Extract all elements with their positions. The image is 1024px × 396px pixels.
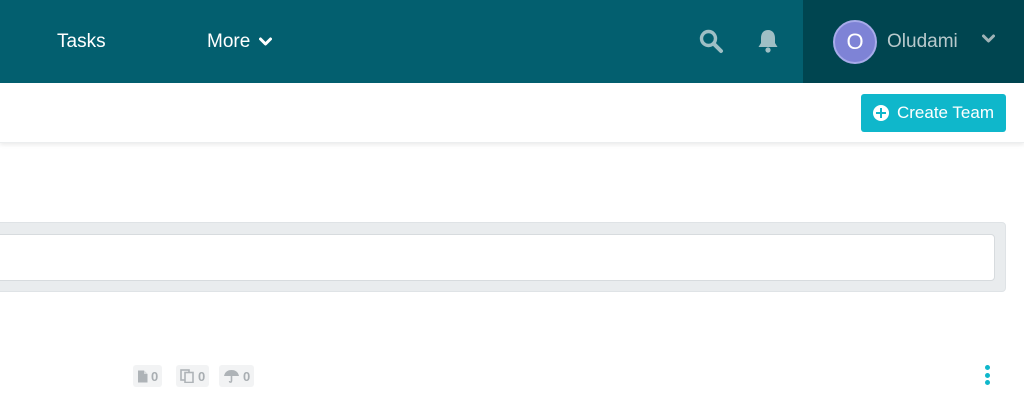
avatar: O [833, 19, 877, 64]
nav-tasks-label: Tasks [57, 30, 106, 52]
search-input[interactable] [0, 234, 995, 281]
search-panel [0, 222, 1006, 292]
top-navbar: Tasks More O Oludami [0, 0, 1024, 83]
plus-circle-icon [872, 105, 889, 121]
search-button[interactable] [697, 27, 725, 55]
avatar-initial: O [846, 28, 864, 54]
copy-icon [180, 369, 194, 383]
umbrella-count: 0 [243, 368, 251, 384]
nav-more-dropdown[interactable]: More [207, 0, 273, 83]
search-icon [699, 29, 723, 53]
umbrella-count-badge: 0 [219, 365, 255, 387]
kebab-dot [984, 372, 990, 378]
bell-icon [758, 30, 778, 53]
create-team-button[interactable]: Create Team [861, 94, 1006, 132]
nav-tasks-link[interactable]: Tasks [57, 0, 106, 83]
kebab-dot [984, 380, 990, 385]
more-options-button[interactable] [980, 363, 994, 387]
umbrella-icon [224, 370, 239, 383]
create-team-label: Create Team [896, 103, 994, 122]
user-menu[interactable]: O Oludami [803, 0, 1024, 83]
page-toolbar: Create Team [0, 83, 1024, 143]
document-icon [138, 370, 148, 382]
chevron-down-icon [982, 34, 995, 43]
copies-count-badge: 0 [176, 365, 210, 387]
notifications-button[interactable] [754, 27, 782, 55]
user-name: Oludami [887, 30, 958, 52]
nav-more-label: More [207, 30, 251, 52]
copies-count: 0 [198, 368, 206, 384]
chevron-down-icon [259, 37, 273, 45]
kebab-dot [984, 365, 990, 370]
documents-count: 0 [151, 368, 159, 384]
documents-count-badge: 0 [133, 365, 163, 387]
